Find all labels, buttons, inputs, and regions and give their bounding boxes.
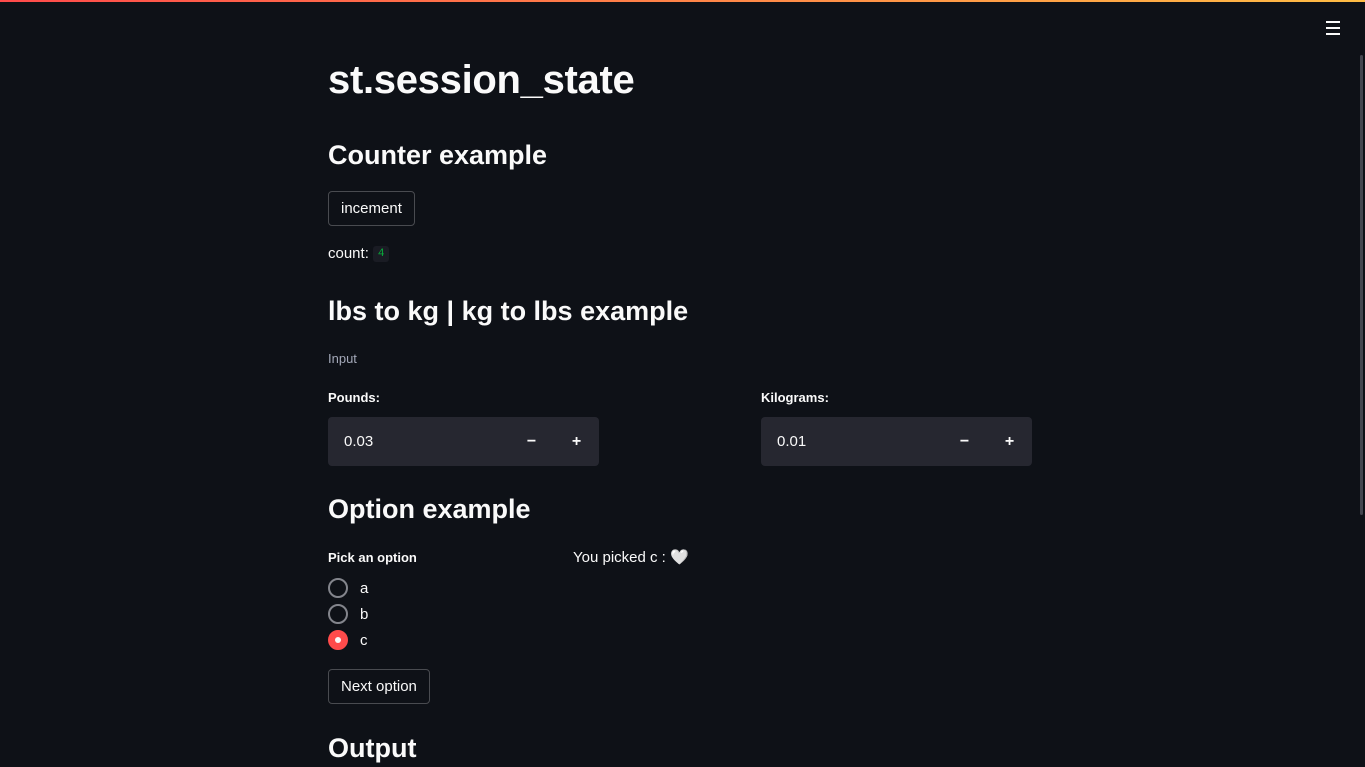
count-value: 4 — [372, 245, 390, 262]
count-row: count: 4 — [328, 245, 390, 262]
main-menu-icon[interactable] — [1324, 21, 1342, 37]
scrollbar-thumb[interactable] — [1360, 55, 1363, 515]
scrollbar[interactable] — [1357, 40, 1365, 767]
counter-heading: Counter example — [328, 140, 548, 170]
radio-group-label: Pick an option — [328, 550, 417, 565]
picked-text: You picked c : 🤍 — [573, 548, 689, 566]
radio-unchecked-icon[interactable] — [328, 578, 348, 598]
radio-option-label: b — [360, 605, 369, 623]
radio-option-a[interactable]: a — [328, 578, 368, 598]
output-heading: Output — [328, 733, 417, 763]
radio-unchecked-icon[interactable] — [328, 604, 348, 624]
converter-heading: lbs to kg | kg to lbs example — [328, 296, 689, 326]
kilograms-decrement-button[interactable]: − — [942, 417, 987, 466]
option-heading: Option example — [328, 494, 531, 524]
kilograms-field[interactable] — [761, 432, 942, 451]
radio-checked-icon[interactable] — [328, 630, 348, 650]
radio-option-label: c — [360, 631, 368, 649]
radio-option-b[interactable]: b — [328, 604, 368, 624]
radio-option-label: a — [360, 579, 369, 597]
next-option-button[interactable]: Next option — [328, 669, 430, 704]
kilograms-number-input: − + — [761, 417, 1032, 466]
pounds-increment-button[interactable]: + — [554, 417, 599, 466]
pounds-decrement-button[interactable]: − — [509, 417, 554, 466]
kilograms-increment-button[interactable]: + — [987, 417, 1032, 466]
input-caption: Input — [328, 351, 357, 366]
pounds-number-input: − + — [328, 417, 599, 466]
kilograms-label: Kilograms: — [761, 390, 829, 405]
top-decoration-bar — [0, 0, 1365, 2]
increment-button[interactable]: incement — [328, 191, 415, 226]
pounds-field[interactable] — [328, 432, 509, 451]
pounds-label: Pounds: — [328, 390, 380, 405]
heart-emoji-icon: 🤍 — [670, 549, 689, 566]
picked-label: You picked c : — [573, 549, 666, 566]
page-title: st.session_state — [328, 58, 635, 102]
radio-option-c[interactable]: c — [328, 630, 368, 650]
count-label: count: — [328, 245, 369, 262]
